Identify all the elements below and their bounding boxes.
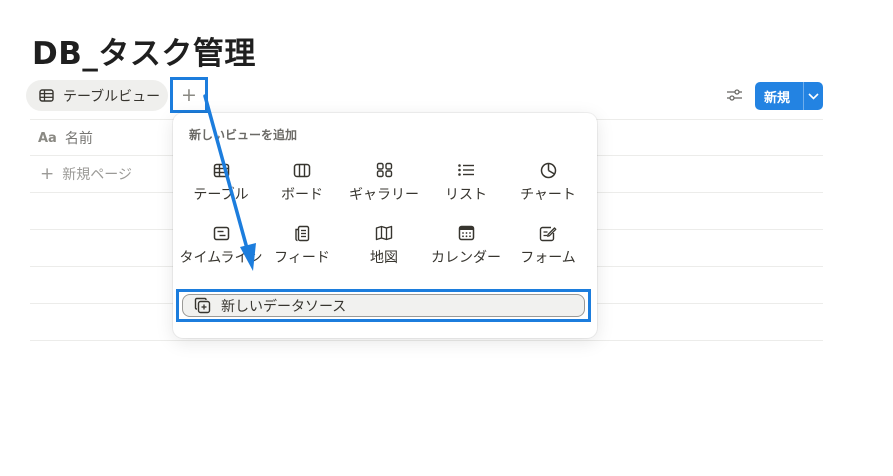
view-option-label: ギャラリー (349, 187, 419, 203)
new-data-source-highlight: 新しいデータソース (176, 289, 591, 322)
view-option-label: テーブル (193, 187, 249, 203)
tab-label: テーブルビュー (63, 88, 161, 105)
timeline-icon (213, 222, 230, 244)
chevron-down-icon[interactable] (804, 92, 823, 100)
view-option-timeline[interactable]: タイムライン (179, 222, 263, 274)
chart-icon (540, 159, 557, 181)
view-option-label: チャート (520, 187, 576, 203)
plus-icon: + (181, 84, 197, 106)
view-option-map[interactable]: 地図 (344, 222, 424, 274)
view-option-calendar[interactable]: カレンダー (426, 222, 506, 274)
view-option-feed[interactable]: フィード (262, 222, 342, 274)
gallery-icon (376, 159, 393, 181)
view-option-label: リスト (445, 187, 487, 203)
column-header-name[interactable]: Aa 名前 (38, 128, 93, 148)
view-option-gallery[interactable]: ギャラリー (344, 159, 424, 211)
board-icon (293, 159, 311, 181)
table-icon (39, 89, 54, 102)
add-copy-icon (194, 297, 211, 314)
new-data-source-button[interactable]: 新しいデータソース (182, 294, 585, 317)
view-option-label: タイムライン (179, 250, 263, 266)
new-button-label: 新規 (764, 90, 791, 106)
text-property-icon: Aa (38, 130, 57, 146)
add-view-menu: 新しいビューを追加 テーブル ボード ギャラリー リスト チャート タイムライン… (173, 113, 597, 338)
new-data-source-label: 新しいデータソース (221, 298, 347, 315)
view-option-board[interactable]: ボード (262, 159, 342, 211)
plus-icon: + (40, 164, 55, 184)
view-option-label: ボード (281, 187, 323, 203)
divider (30, 340, 823, 341)
sliders-icon[interactable] (726, 88, 743, 102)
menu-heading: 新しいビューを追加 (189, 128, 298, 142)
view-option-chart[interactable]: チャート (508, 159, 588, 211)
view-option-label: 地図 (370, 250, 398, 266)
add-view-button[interactable]: + (170, 77, 208, 113)
view-option-form[interactable]: フォーム (508, 222, 588, 274)
page-title: DB_タスク管理 (32, 36, 256, 72)
map-icon (375, 222, 393, 244)
view-option-label: フィード (274, 250, 330, 266)
tab-table-view[interactable]: テーブルビュー (26, 80, 168, 111)
column-header-label: 名前 (64, 131, 93, 147)
new-page-row[interactable]: + 新規ページ (40, 164, 132, 184)
view-option-list[interactable]: リスト (426, 159, 506, 211)
view-option-label: カレンダー (431, 250, 501, 266)
list-icon (457, 159, 475, 181)
view-option-label: フォーム (520, 250, 576, 266)
form-icon (539, 222, 557, 244)
calendar-icon (458, 222, 475, 244)
new-button[interactable]: 新規 (755, 82, 823, 110)
table-icon (213, 159, 230, 181)
feed-icon (294, 222, 310, 244)
view-option-table[interactable]: テーブル (181, 159, 261, 211)
new-page-label: 新規ページ (62, 167, 132, 183)
